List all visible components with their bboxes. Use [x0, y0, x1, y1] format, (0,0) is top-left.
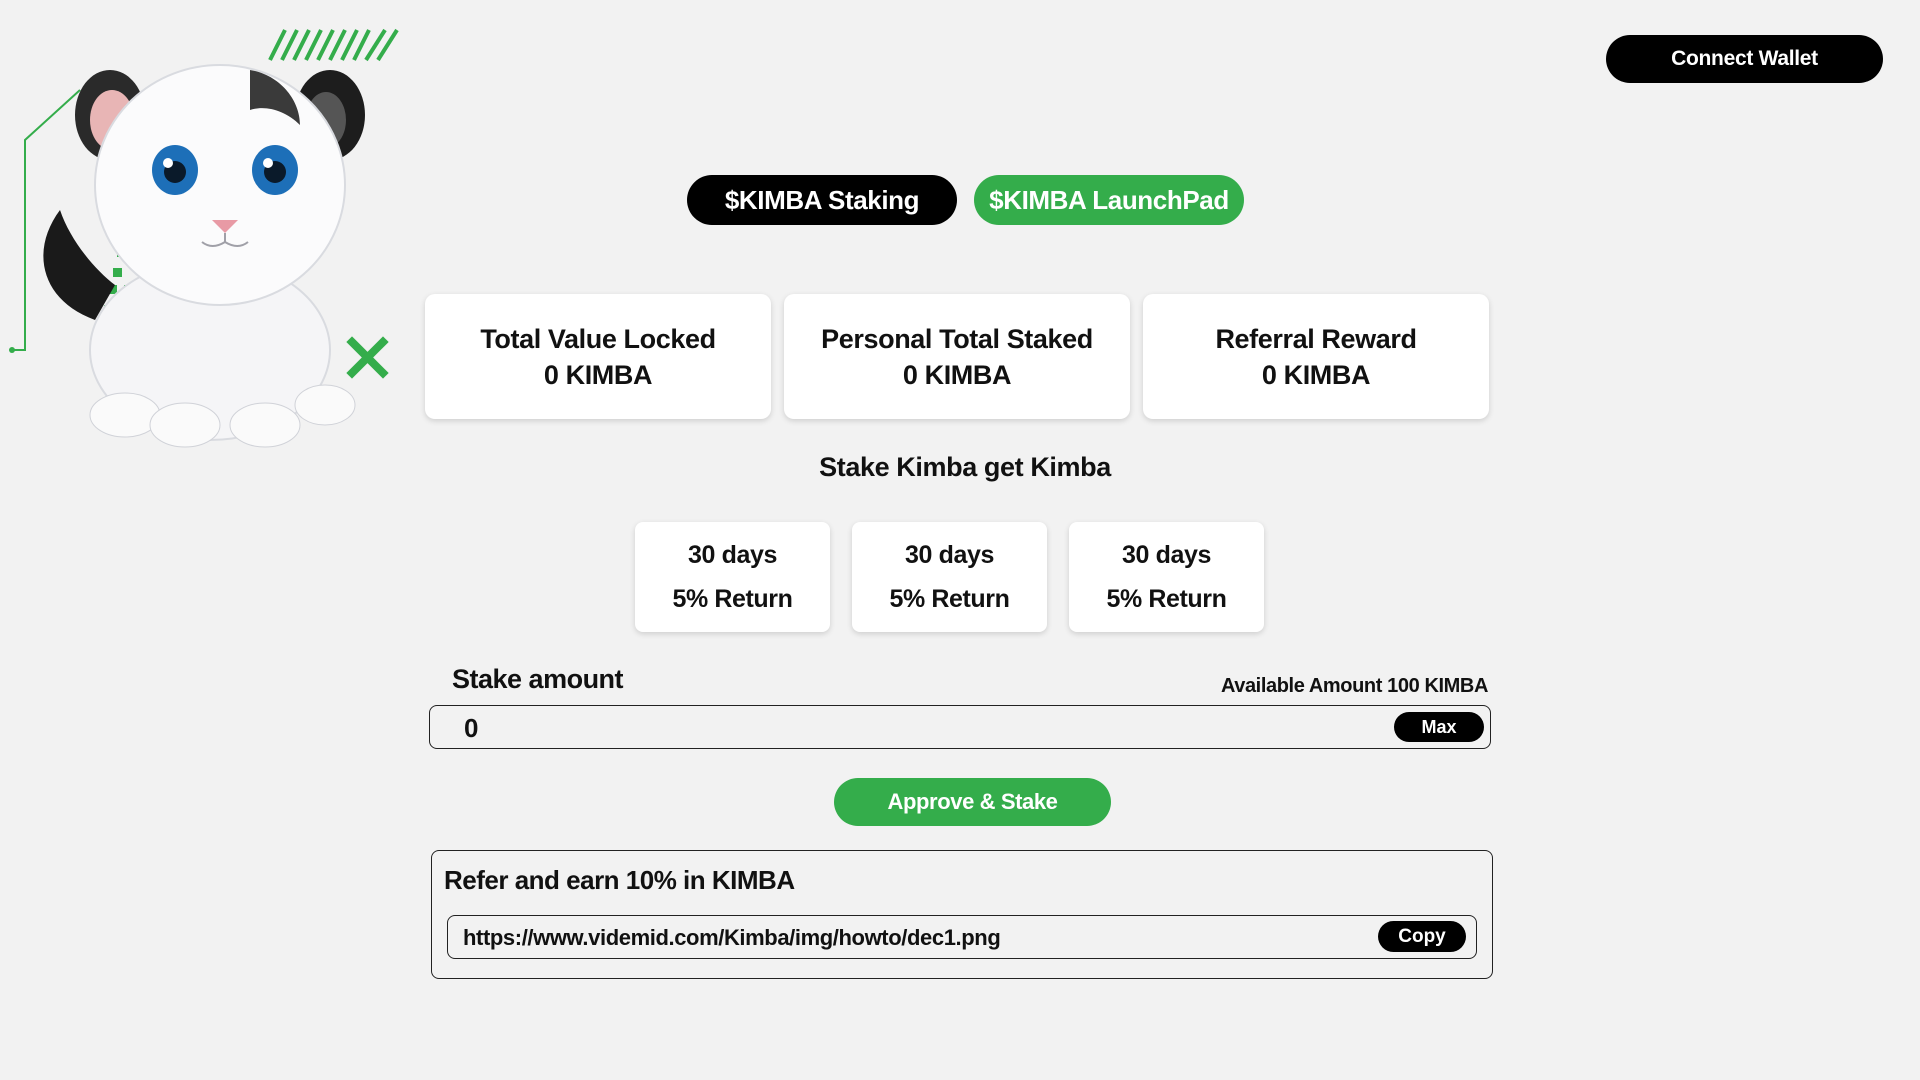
- stat-value: 0 KIMBA: [902, 359, 1012, 390]
- copy-button[interactable]: Copy: [1378, 921, 1466, 952]
- referral-title: Refer and earn 10% in KIMBA: [444, 865, 795, 895]
- stat-title: Personal Total Staked: [821, 323, 1093, 354]
- staking-plan-option[interactable]: 30 days 5% Return: [635, 522, 830, 632]
- staking-heading: Stake Kimba get Kimba: [819, 452, 1111, 482]
- staking-page: Connect Wallet $KIMBA Staking $KIMBA Lau…: [0, 0, 1920, 1080]
- available-amount: Available Amount 100 KIMBA: [1220, 675, 1488, 697]
- plan-duration: 30 days: [688, 541, 777, 569]
- approve-stake-button[interactable]: Approve & Stake: [834, 778, 1111, 826]
- stat-title: Total Value Locked: [480, 323, 716, 354]
- stake-amount-label: Stake amount: [452, 664, 624, 694]
- stat-title: Referral Reward: [1215, 323, 1417, 354]
- stats-row: Total Value Locked 0 KIMBA Personal Tota…: [425, 294, 1489, 419]
- connect-wallet-button[interactable]: Connect Wallet: [1606, 35, 1883, 83]
- stake-amount-input[interactable]: [462, 711, 1366, 745]
- plan-return: 5% Return: [1106, 585, 1227, 613]
- stat-card-personal-total-staked: Personal Total Staked 0 KIMBA: [784, 294, 1130, 419]
- stat-value: 0 KIMBA: [543, 359, 653, 390]
- staking-plans: 30 days 5% Return 30 days 5% Return 30 d…: [635, 522, 1264, 632]
- plan-return: 5% Return: [672, 585, 793, 613]
- staking-plan-option[interactable]: 30 days 5% Return: [852, 522, 1047, 632]
- max-button[interactable]: Max: [1394, 712, 1484, 742]
- lion-cub-mascot-icon: [9, 28, 399, 448]
- stat-card-total-value-locked: Total Value Locked 0 KIMBA: [425, 294, 771, 419]
- stake-amount-field: Max: [429, 705, 1491, 749]
- referral-link-field: https://www.videmid.com/Kimba/img/howto/…: [447, 915, 1477, 959]
- tab-kimba-launchpad[interactable]: $KIMBA LaunchPad: [974, 175, 1244, 225]
- tab-bar: $KIMBA Staking $KIMBA LaunchPad: [687, 175, 1244, 225]
- staking-plan-option[interactable]: 30 days 5% Return: [1069, 522, 1264, 632]
- plan-duration: 30 days: [905, 541, 994, 569]
- stat-card-referral-reward: Referral Reward 0 KIMBA: [1143, 294, 1489, 419]
- stat-value: 0 KIMBA: [1261, 359, 1371, 390]
- plan-duration: 30 days: [1122, 541, 1211, 569]
- plan-return: 5% Return: [889, 585, 1010, 613]
- tab-kimba-staking[interactable]: $KIMBA Staking: [687, 175, 957, 225]
- referral-link[interactable]: https://www.videmid.com/Kimba/img/howto/…: [463, 925, 1001, 951]
- referral-panel: Refer and earn 10% in KIMBA https://www.…: [431, 850, 1493, 979]
